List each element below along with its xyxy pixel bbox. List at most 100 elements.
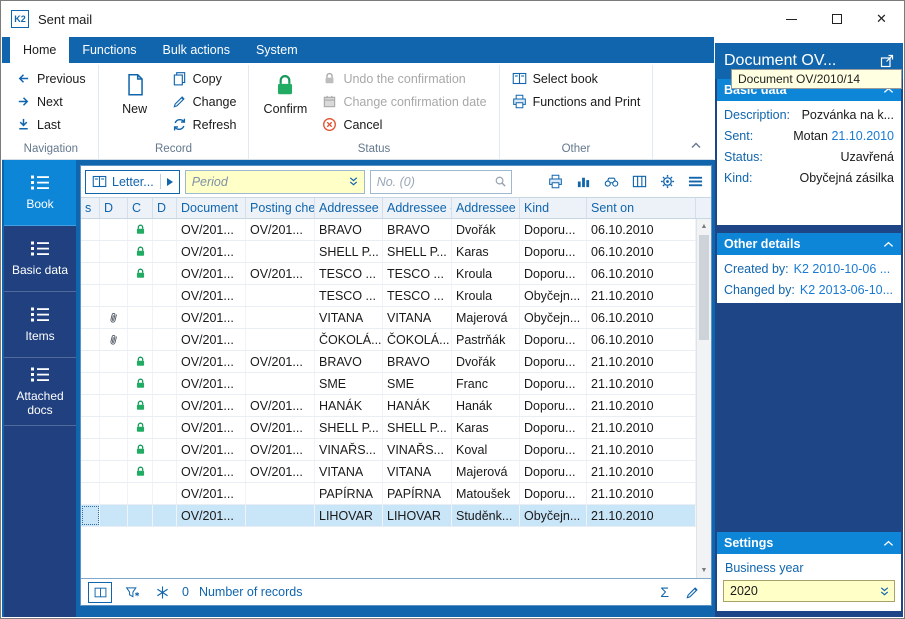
scroll-down-button[interactable]: ▼ xyxy=(697,563,711,578)
column-header[interactable]: Addressee - xyxy=(452,198,520,218)
vertical-scrollbar[interactable]: ▲ ▼ xyxy=(696,219,711,578)
previous-button[interactable]: Previous xyxy=(11,67,91,90)
sidebar-item-attached-docs[interactable]: Attached docs xyxy=(4,358,76,426)
cell-addressee1: BRAVO xyxy=(315,219,383,240)
select-book-button[interactable]: Select book xyxy=(507,67,646,90)
book-view-button[interactable] xyxy=(88,581,112,603)
table-row[interactable]: OV/201... OV/201... VINAŘS... VINAŘS... Kova… xyxy=(81,439,696,461)
arrow-down-to-bar-icon xyxy=(19,118,28,130)
table-row[interactable]: OV/201... OV/201... BRAVO BRAVO Dvořák Doporu… xyxy=(81,351,696,373)
cell-lock xyxy=(128,373,153,394)
last-button[interactable]: Last xyxy=(11,113,91,136)
book-selector-label: Letter... xyxy=(112,174,154,189)
freeze-button[interactable] xyxy=(152,582,172,602)
cell-attach xyxy=(100,263,128,284)
cell-addressee1: LIHOVAR xyxy=(315,505,383,526)
maximize-button[interactable] xyxy=(814,1,859,37)
column-header[interactable]: D xyxy=(100,198,128,218)
gear-icon xyxy=(660,174,674,189)
cell-addressee1: SME xyxy=(315,373,383,394)
table-row[interactable]: OV/201... OV/201... TESCO ... TESCO ... Krou… xyxy=(81,263,696,285)
column-header[interactable]: D xyxy=(153,198,177,218)
cell-attach xyxy=(100,285,128,306)
tab-bulk-actions[interactable]: Bulk actions xyxy=(150,37,243,63)
double-chevron-down-icon[interactable] xyxy=(878,585,891,598)
columns-button[interactable] xyxy=(629,172,649,192)
change-button[interactable]: Change xyxy=(167,90,242,113)
table-row[interactable]: OV/201... SME SME Franc Doporu... 21.10.2010 xyxy=(81,373,696,395)
scrollbar-track[interactable] xyxy=(697,341,711,563)
refresh-button[interactable]: Refresh xyxy=(167,113,242,136)
open-external-icon[interactable] xyxy=(880,54,894,68)
table-row[interactable]: OV/201... OV/201... HANÁK HANÁK Hanák Doporu.… xyxy=(81,395,696,417)
search-input[interactable] xyxy=(370,170,494,193)
cell-d xyxy=(153,329,177,350)
cell-lock xyxy=(128,417,153,438)
status-label: Status: xyxy=(724,149,763,164)
next-button[interactable]: Next xyxy=(11,90,91,113)
confirm-button[interactable]: Confirm xyxy=(256,67,314,116)
table-row[interactable]: OV/201... ČOKOLÁ... ČOKOLÁ... Pastrňák Dopor… xyxy=(81,329,696,351)
cell-addressee3: Matoušek xyxy=(452,483,520,504)
cell-lock xyxy=(128,439,153,460)
scroll-up-button[interactable]: ▲ xyxy=(697,219,711,234)
table-row[interactable]: OV/201... VITANA VITANA Majerová Obyčejn... 0… xyxy=(81,307,696,329)
collapse-ribbon-button[interactable] xyxy=(690,137,702,152)
records-label: Number of records xyxy=(198,585,303,599)
column-header[interactable]: Addressee - xyxy=(315,198,383,218)
cell-lock xyxy=(128,285,153,306)
section-header-settings[interactable]: Settings xyxy=(717,532,901,554)
cell-posting xyxy=(246,307,315,328)
scrollbar-thumb[interactable] xyxy=(699,235,709,340)
cancel-button[interactable]: Cancel xyxy=(317,113,491,136)
tab-home[interactable]: Home xyxy=(10,37,70,63)
sidebar-item-book[interactable]: Book xyxy=(4,160,76,226)
table-row[interactable]: OV/201... TESCO ... TESCO ... Kroula Obyčejn… xyxy=(81,285,696,307)
edit-button[interactable] xyxy=(685,585,700,600)
find-button[interactable] xyxy=(601,172,621,192)
column-header[interactable]: C xyxy=(128,198,153,218)
minimize-button[interactable] xyxy=(769,1,814,37)
tab-system[interactable]: System xyxy=(243,37,311,63)
column-header[interactable]: Sent on xyxy=(587,198,696,218)
table-row[interactable]: OV/201... PAPÍRNA PAPÍRNA Matoušek Doporu...… xyxy=(81,483,696,505)
minimize-icon xyxy=(786,18,797,20)
chart-button[interactable] xyxy=(573,172,593,192)
sidebar-item-basic-data[interactable]: Basic data xyxy=(4,226,76,292)
column-header[interactable]: Document xyxy=(177,198,246,218)
cell-addressee3: Dvořák xyxy=(452,351,520,372)
book-selector-button[interactable]: Letter... xyxy=(85,169,180,194)
settings-button[interactable] xyxy=(657,172,677,192)
sidebar-item-items[interactable]: Items xyxy=(4,292,76,358)
cell-kind: Doporu... xyxy=(520,439,587,460)
menu-button[interactable] xyxy=(685,172,705,192)
table-row[interactable]: OV/201... OV/201... VITANA VITANA Majerová Do… xyxy=(81,461,696,483)
column-header[interactable]: Addressee - xyxy=(383,198,452,218)
double-chevron-down-icon[interactable] xyxy=(347,175,360,188)
business-year-input[interactable] xyxy=(724,584,878,598)
copy-button[interactable]: Copy xyxy=(167,67,242,90)
table-row[interactable]: OV/201... LIHOVAR LIHOVAR Studěnk... Obyčejn… xyxy=(81,505,696,527)
settings-box: Business year xyxy=(717,554,901,611)
cell-addressee3: Karas xyxy=(452,417,520,438)
table-row[interactable]: OV/201... OV/201... BRAVO BRAVO Dvořák Doporu… xyxy=(81,219,696,241)
new-button[interactable]: New xyxy=(106,67,164,116)
lock-icon xyxy=(136,378,144,388)
column-header[interactable]: s xyxy=(81,198,100,218)
print-button[interactable] xyxy=(545,172,565,192)
cell-d xyxy=(153,263,177,284)
close-button[interactable]: ✕ xyxy=(859,1,904,37)
period-input[interactable] xyxy=(185,170,347,193)
filter-button[interactable] xyxy=(122,582,142,602)
undo-confirmation-button: Undo the confirmation xyxy=(317,67,491,90)
sum-button[interactable]: Σ xyxy=(660,584,669,600)
functions-and-print-button[interactable]: Functions and Print xyxy=(507,90,646,113)
tab-functions[interactable]: Functions xyxy=(69,37,149,63)
table-row[interactable]: OV/201... SHELL P... SHELL P... Karas Doporu… xyxy=(81,241,696,263)
cell-s xyxy=(81,307,100,328)
table-row[interactable]: OV/201... OV/201... SHELL P... SHELL P... Ka… xyxy=(81,417,696,439)
column-header[interactable]: Kind xyxy=(520,198,587,218)
section-header-other-details[interactable]: Other details xyxy=(717,233,901,255)
column-header[interactable]: Posting che... xyxy=(246,198,315,218)
divider xyxy=(159,174,161,189)
